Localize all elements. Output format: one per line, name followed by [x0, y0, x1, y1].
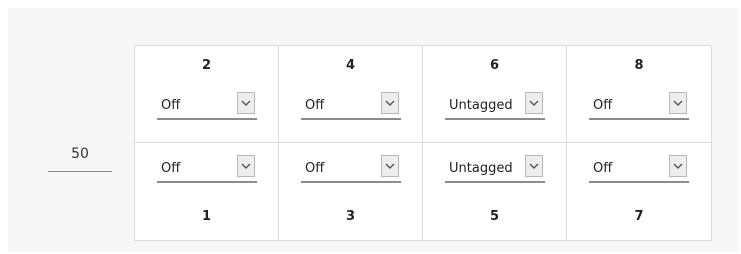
port-number: 4 — [345, 58, 356, 73]
port-number: 8 — [634, 58, 644, 73]
dropdown-button[interactable] — [381, 155, 399, 177]
chevron-down-icon — [241, 163, 251, 169]
port-cell-1: Off 1 — [135, 143, 279, 240]
vlan-id-underline — [48, 171, 112, 172]
port-mode-select[interactable]: Untagged — [445, 153, 545, 183]
port-mode-value: Off — [161, 98, 181, 113]
port-mode-select[interactable]: Off — [157, 90, 257, 120]
dropdown-button[interactable] — [525, 92, 543, 114]
dropdown-button[interactable] — [669, 92, 687, 114]
port-mode-value: Off — [305, 161, 325, 176]
dropdown-button[interactable] — [237, 155, 255, 177]
port-mode-value: Off — [593, 98, 613, 113]
port-cell-3: Off 3 — [279, 143, 423, 240]
port-mode-value: Untagged — [449, 98, 513, 113]
vlan-id-label: 50 — [71, 146, 89, 162]
port-cell-7: Off 7 — [567, 143, 711, 240]
port-grid: 2 Off 4 Off 6 Untagged 8 Off Off 1 Off 3… — [134, 45, 712, 241]
port-number: 1 — [201, 209, 212, 224]
chevron-down-icon — [529, 100, 539, 106]
chevron-down-icon — [241, 100, 251, 106]
chevron-down-icon — [673, 100, 683, 106]
port-mode-value: Off — [593, 161, 613, 176]
dropdown-button[interactable] — [669, 155, 687, 177]
port-mode-value: Off — [161, 161, 181, 176]
port-cell-5: Untagged 5 — [423, 143, 567, 240]
port-mode-select[interactable]: Untagged — [445, 90, 545, 120]
port-number: 5 — [489, 209, 500, 224]
port-number: 2 — [201, 58, 212, 73]
port-mode-select[interactable]: Off — [589, 153, 689, 183]
port-cell-4: 4 Off — [279, 46, 423, 143]
port-cell-6: 6 Untagged — [423, 46, 567, 143]
dropdown-button[interactable] — [237, 92, 255, 114]
port-mode-select[interactable]: Off — [589, 90, 689, 120]
chevron-down-icon — [385, 163, 395, 169]
port-cell-8: 8 Off — [567, 46, 711, 143]
port-mode-select[interactable]: Off — [157, 153, 257, 183]
dropdown-button[interactable] — [381, 92, 399, 114]
chevron-down-icon — [529, 163, 539, 169]
port-mode-value: Untagged — [449, 161, 513, 176]
port-mode-value: Off — [305, 98, 325, 113]
port-number: 3 — [345, 209, 356, 224]
chevron-down-icon — [385, 100, 395, 106]
port-mode-select[interactable]: Off — [301, 90, 401, 120]
port-number: 7 — [634, 209, 644, 224]
dropdown-button[interactable] — [525, 155, 543, 177]
chevron-down-icon — [673, 163, 683, 169]
port-number: 6 — [489, 58, 500, 73]
port-mode-select[interactable]: Off — [301, 153, 401, 183]
port-cell-2: 2 Off — [135, 46, 279, 143]
